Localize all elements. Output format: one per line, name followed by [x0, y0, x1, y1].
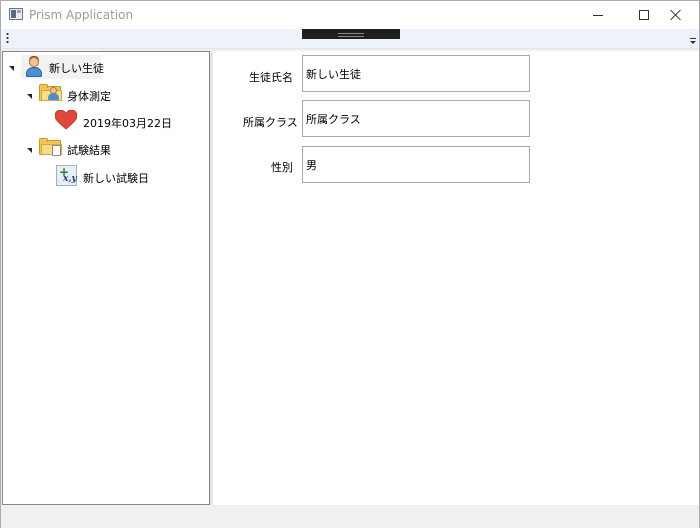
- toolbar-tray: [1, 29, 699, 49]
- minimize-button[interactable]: [575, 1, 621, 29]
- student-name-label: 生徒氏名: [249, 71, 293, 84]
- close-button[interactable]: [653, 1, 699, 29]
- title-bar[interactable]: Prism Application: [1, 1, 699, 29]
- expand-arrow-icon[interactable]: [27, 148, 32, 153]
- app-window-icon: [9, 8, 23, 20]
- maximize-icon: [639, 10, 649, 20]
- expand-arrow-icon[interactable]: [27, 94, 32, 99]
- gender-label: 性別: [271, 161, 293, 174]
- student-name-input[interactable]: [302, 55, 530, 92]
- minimize-icon: [593, 14, 603, 16]
- status-bar: [1, 506, 699, 528]
- overflow-chevron-icon[interactable]: [689, 38, 697, 46]
- tree-item-label: 新しい試験日: [83, 172, 149, 185]
- heart-icon: [55, 110, 77, 130]
- class-input[interactable]: [302, 100, 530, 137]
- tree-item-label: 新しい生徒: [49, 62, 104, 75]
- expand-arrow-icon[interactable]: [9, 66, 14, 71]
- class-label: 所属クラス: [243, 116, 298, 129]
- tree-item-measurement-date[interactable]: 2019年03月22日: [53, 109, 183, 133]
- folder-document-icon: [39, 138, 63, 156]
- student-detail-panel: 生徒氏名 所属クラス 性別: [213, 51, 699, 505]
- folder-person-icon: [39, 84, 63, 102]
- tree-item-student[interactable]: 新しい生徒: [21, 55, 104, 79]
- app-window: Prism Application 新しい生徒 身体測定 2019年03月22日…: [0, 0, 700, 528]
- toolbar-drag-handle[interactable]: [302, 29, 400, 39]
- xy-formula-icon: + x,y: [56, 165, 77, 186]
- student-icon: [24, 56, 44, 78]
- toolbar-grip-icon[interactable]: [6, 32, 9, 44]
- tree-item-body-measurement[interactable]: 身体測定: [37, 82, 137, 106]
- tree-item-new-exam-date[interactable]: + x,y 新しい試験日: [53, 164, 173, 188]
- tree-item-label: 試験結果: [67, 144, 111, 157]
- student-tree-view[interactable]: 新しい生徒 身体測定 2019年03月22日 試験結果 + x,y 新しい試験日: [2, 51, 210, 505]
- tree-item-exam-results[interactable]: 試験結果: [37, 136, 137, 160]
- window-title: Prism Application: [29, 8, 134, 22]
- tree-item-label: 身体測定: [67, 90, 111, 103]
- close-icon: [670, 9, 682, 21]
- tree-item-label: 2019年03月22日: [83, 117, 172, 130]
- gender-input[interactable]: [302, 146, 530, 183]
